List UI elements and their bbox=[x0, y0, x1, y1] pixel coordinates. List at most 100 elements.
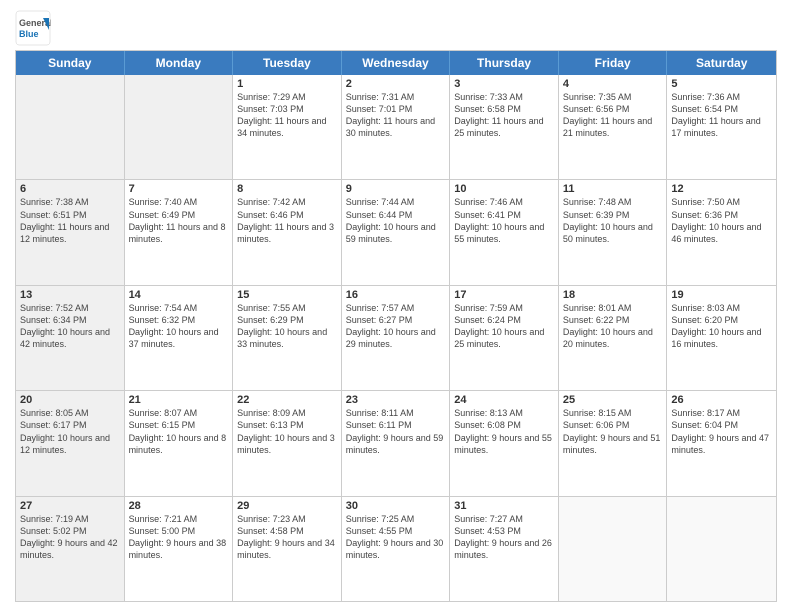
day-info: Sunrise: 8:01 AMSunset: 6:22 PMDaylight:… bbox=[563, 302, 663, 351]
day-number: 13 bbox=[20, 289, 120, 301]
day-info: Sunrise: 7:33 AMSunset: 6:58 PMDaylight:… bbox=[454, 91, 554, 140]
day-info: Sunrise: 8:09 AMSunset: 6:13 PMDaylight:… bbox=[237, 407, 337, 456]
calendar-day-19: 19Sunrise: 8:03 AMSunset: 6:20 PMDayligh… bbox=[667, 286, 776, 390]
calendar-day-5: 5Sunrise: 7:36 AMSunset: 6:54 PMDaylight… bbox=[667, 75, 776, 179]
calendar-day-17: 17Sunrise: 7:59 AMSunset: 6:24 PMDayligh… bbox=[450, 286, 559, 390]
day-info: Sunrise: 7:25 AMSunset: 4:55 PMDaylight:… bbox=[346, 513, 446, 562]
calendar-day-20: 20Sunrise: 8:05 AMSunset: 6:17 PMDayligh… bbox=[16, 391, 125, 495]
calendar-week-0: 1Sunrise: 7:29 AMSunset: 7:03 PMDaylight… bbox=[16, 75, 776, 179]
calendar-day-2: 2Sunrise: 7:31 AMSunset: 7:01 PMDaylight… bbox=[342, 75, 451, 179]
calendar-day-9: 9Sunrise: 7:44 AMSunset: 6:44 PMDaylight… bbox=[342, 180, 451, 284]
calendar-day-24: 24Sunrise: 8:13 AMSunset: 6:08 PMDayligh… bbox=[450, 391, 559, 495]
day-info: Sunrise: 7:44 AMSunset: 6:44 PMDaylight:… bbox=[346, 196, 446, 245]
day-number: 14 bbox=[129, 289, 229, 301]
calendar-header: SundayMondayTuesdayWednesdayThursdayFrid… bbox=[16, 51, 776, 75]
day-number: 7 bbox=[129, 183, 229, 195]
day-number: 31 bbox=[454, 500, 554, 512]
header-day-friday: Friday bbox=[559, 51, 668, 75]
calendar-day-27: 27Sunrise: 7:19 AMSunset: 5:02 PMDayligh… bbox=[16, 497, 125, 601]
calendar-day-13: 13Sunrise: 7:52 AMSunset: 6:34 PMDayligh… bbox=[16, 286, 125, 390]
day-number: 6 bbox=[20, 183, 120, 195]
calendar-day-10: 10Sunrise: 7:46 AMSunset: 6:41 PMDayligh… bbox=[450, 180, 559, 284]
day-info: Sunrise: 8:07 AMSunset: 6:15 PMDaylight:… bbox=[129, 407, 229, 456]
header-day-wednesday: Wednesday bbox=[342, 51, 451, 75]
day-number: 30 bbox=[346, 500, 446, 512]
day-number: 19 bbox=[671, 289, 772, 301]
header: General Blue bbox=[15, 10, 777, 46]
day-info: Sunrise: 7:36 AMSunset: 6:54 PMDaylight:… bbox=[671, 91, 772, 140]
day-info: Sunrise: 7:38 AMSunset: 6:51 PMDaylight:… bbox=[20, 196, 120, 245]
calendar-empty-cell bbox=[125, 75, 234, 179]
calendar-body: 1Sunrise: 7:29 AMSunset: 7:03 PMDaylight… bbox=[16, 75, 776, 601]
day-info: Sunrise: 7:29 AMSunset: 7:03 PMDaylight:… bbox=[237, 91, 337, 140]
day-info: Sunrise: 7:27 AMSunset: 4:53 PMDaylight:… bbox=[454, 513, 554, 562]
calendar-week-1: 6Sunrise: 7:38 AMSunset: 6:51 PMDaylight… bbox=[16, 179, 776, 284]
calendar-day-1: 1Sunrise: 7:29 AMSunset: 7:03 PMDaylight… bbox=[233, 75, 342, 179]
day-info: Sunrise: 8:15 AMSunset: 6:06 PMDaylight:… bbox=[563, 407, 663, 456]
calendar-day-11: 11Sunrise: 7:48 AMSunset: 6:39 PMDayligh… bbox=[559, 180, 668, 284]
day-info: Sunrise: 7:35 AMSunset: 6:56 PMDaylight:… bbox=[563, 91, 663, 140]
day-number: 11 bbox=[563, 183, 663, 195]
day-info: Sunrise: 7:57 AMSunset: 6:27 PMDaylight:… bbox=[346, 302, 446, 351]
day-number: 24 bbox=[454, 394, 554, 406]
calendar-day-18: 18Sunrise: 8:01 AMSunset: 6:22 PMDayligh… bbox=[559, 286, 668, 390]
header-day-thursday: Thursday bbox=[450, 51, 559, 75]
calendar-day-7: 7Sunrise: 7:40 AMSunset: 6:49 PMDaylight… bbox=[125, 180, 234, 284]
header-day-saturday: Saturday bbox=[667, 51, 776, 75]
calendar-day-16: 16Sunrise: 7:57 AMSunset: 6:27 PMDayligh… bbox=[342, 286, 451, 390]
day-info: Sunrise: 8:05 AMSunset: 6:17 PMDaylight:… bbox=[20, 407, 120, 456]
day-number: 21 bbox=[129, 394, 229, 406]
calendar-day-23: 23Sunrise: 8:11 AMSunset: 6:11 PMDayligh… bbox=[342, 391, 451, 495]
header-day-tuesday: Tuesday bbox=[233, 51, 342, 75]
day-number: 12 bbox=[671, 183, 772, 195]
calendar-day-8: 8Sunrise: 7:42 AMSunset: 6:46 PMDaylight… bbox=[233, 180, 342, 284]
day-number: 8 bbox=[237, 183, 337, 195]
day-number: 3 bbox=[454, 78, 554, 90]
calendar-day-28: 28Sunrise: 7:21 AMSunset: 5:00 PMDayligh… bbox=[125, 497, 234, 601]
calendar-day-4: 4Sunrise: 7:35 AMSunset: 6:56 PMDaylight… bbox=[559, 75, 668, 179]
day-info: Sunrise: 7:52 AMSunset: 6:34 PMDaylight:… bbox=[20, 302, 120, 351]
day-info: Sunrise: 8:03 AMSunset: 6:20 PMDaylight:… bbox=[671, 302, 772, 351]
calendar-day-14: 14Sunrise: 7:54 AMSunset: 6:32 PMDayligh… bbox=[125, 286, 234, 390]
header-day-monday: Monday bbox=[125, 51, 234, 75]
day-number: 1 bbox=[237, 78, 337, 90]
calendar-day-30: 30Sunrise: 7:25 AMSunset: 4:55 PMDayligh… bbox=[342, 497, 451, 601]
calendar-day-12: 12Sunrise: 7:50 AMSunset: 6:36 PMDayligh… bbox=[667, 180, 776, 284]
calendar-day-22: 22Sunrise: 8:09 AMSunset: 6:13 PMDayligh… bbox=[233, 391, 342, 495]
day-info: Sunrise: 7:40 AMSunset: 6:49 PMDaylight:… bbox=[129, 196, 229, 245]
day-number: 15 bbox=[237, 289, 337, 301]
calendar-day-31: 31Sunrise: 7:27 AMSunset: 4:53 PMDayligh… bbox=[450, 497, 559, 601]
calendar-day-29: 29Sunrise: 7:23 AMSunset: 4:58 PMDayligh… bbox=[233, 497, 342, 601]
day-number: 4 bbox=[563, 78, 663, 90]
day-number: 2 bbox=[346, 78, 446, 90]
day-info: Sunrise: 7:42 AMSunset: 6:46 PMDaylight:… bbox=[237, 196, 337, 245]
day-number: 5 bbox=[671, 78, 772, 90]
day-info: Sunrise: 7:23 AMSunset: 4:58 PMDaylight:… bbox=[237, 513, 337, 562]
day-number: 26 bbox=[671, 394, 772, 406]
day-info: Sunrise: 7:48 AMSunset: 6:39 PMDaylight:… bbox=[563, 196, 663, 245]
day-info: Sunrise: 7:21 AMSunset: 5:00 PMDaylight:… bbox=[129, 513, 229, 562]
header-day-sunday: Sunday bbox=[16, 51, 125, 75]
page: General Blue SundayMondayTuesdayWednesda… bbox=[0, 0, 792, 612]
day-number: 9 bbox=[346, 183, 446, 195]
calendar: SundayMondayTuesdayWednesdayThursdayFrid… bbox=[15, 50, 777, 602]
day-number: 23 bbox=[346, 394, 446, 406]
day-number: 22 bbox=[237, 394, 337, 406]
day-info: Sunrise: 7:54 AMSunset: 6:32 PMDaylight:… bbox=[129, 302, 229, 351]
calendar-day-6: 6Sunrise: 7:38 AMSunset: 6:51 PMDaylight… bbox=[16, 180, 125, 284]
day-number: 10 bbox=[454, 183, 554, 195]
logo-icon: General Blue bbox=[15, 10, 51, 46]
day-info: Sunrise: 8:17 AMSunset: 6:04 PMDaylight:… bbox=[671, 407, 772, 456]
day-info: Sunrise: 7:46 AMSunset: 6:41 PMDaylight:… bbox=[454, 196, 554, 245]
day-info: Sunrise: 8:11 AMSunset: 6:11 PMDaylight:… bbox=[346, 407, 446, 456]
calendar-week-4: 27Sunrise: 7:19 AMSunset: 5:02 PMDayligh… bbox=[16, 496, 776, 601]
calendar-empty-cell bbox=[667, 497, 776, 601]
day-number: 20 bbox=[20, 394, 120, 406]
day-info: Sunrise: 8:13 AMSunset: 6:08 PMDaylight:… bbox=[454, 407, 554, 456]
day-number: 29 bbox=[237, 500, 337, 512]
calendar-day-3: 3Sunrise: 7:33 AMSunset: 6:58 PMDaylight… bbox=[450, 75, 559, 179]
svg-text:Blue: Blue bbox=[19, 29, 39, 39]
calendar-week-2: 13Sunrise: 7:52 AMSunset: 6:34 PMDayligh… bbox=[16, 285, 776, 390]
day-number: 18 bbox=[563, 289, 663, 301]
day-info: Sunrise: 7:31 AMSunset: 7:01 PMDaylight:… bbox=[346, 91, 446, 140]
